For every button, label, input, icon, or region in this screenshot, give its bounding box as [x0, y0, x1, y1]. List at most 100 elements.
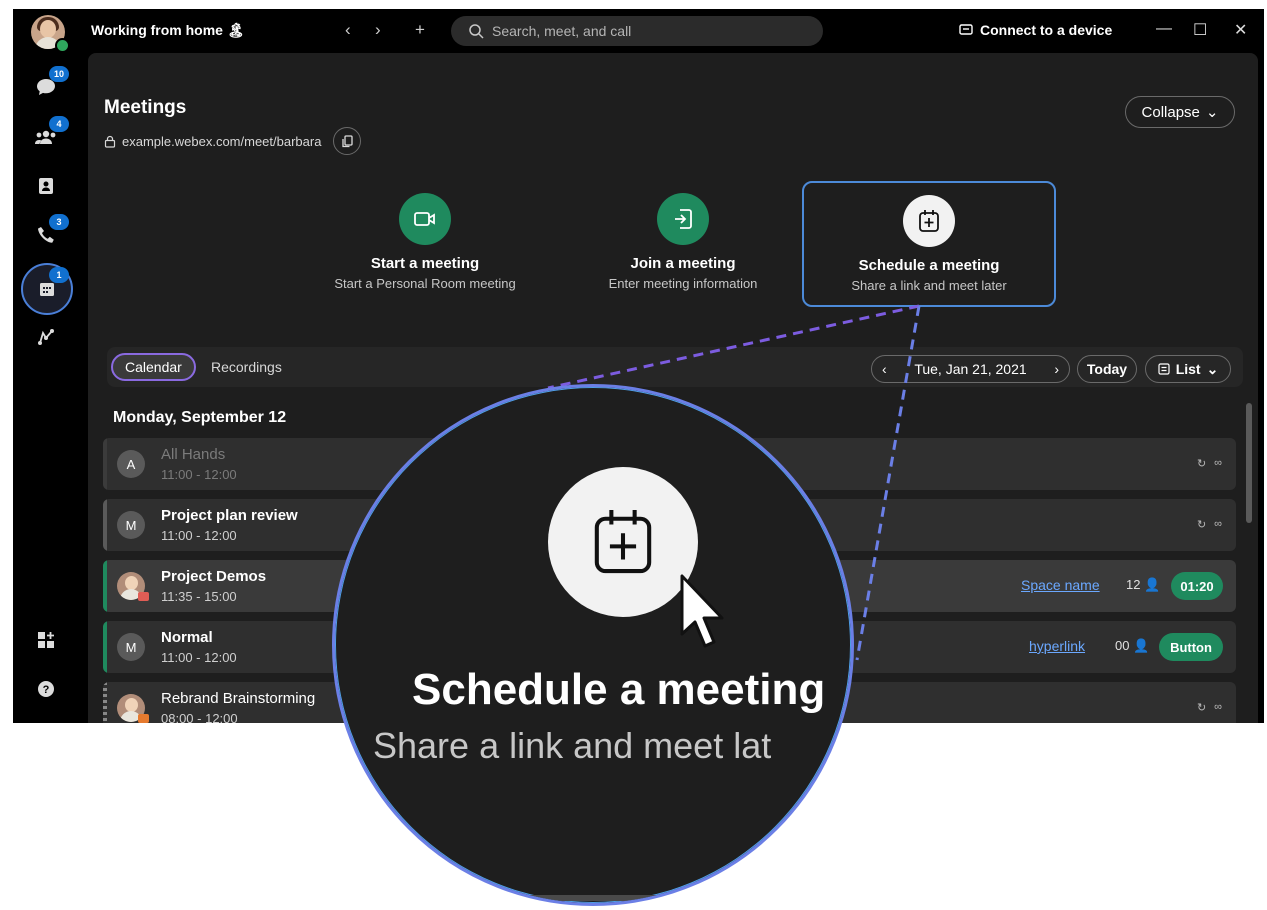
svg-text:?: ? [43, 684, 50, 696]
room-url-text[interactable]: example.webex.com/meet/barbara [122, 134, 321, 149]
lock-icon [104, 135, 116, 148]
video-badge-icon [138, 592, 149, 601]
prev-day-icon[interactable]: ‹ [882, 361, 887, 377]
hyperlink[interactable]: hyperlink [1029, 638, 1085, 654]
date-label: Tue, Jan 21, 2021 [914, 361, 1027, 377]
calendar-plus-icon [903, 195, 955, 247]
link-icon: ∞ [1214, 518, 1222, 530]
space-name-link[interactable]: Space name [1021, 577, 1100, 593]
meeting-time: 11:35 - 15:00 [161, 589, 237, 604]
avatar: A [117, 450, 145, 478]
calendar-toolbar: Calendar Recordings ‹ Tue, Jan 21, 2021 … [107, 347, 1243, 387]
copy-icon [342, 134, 353, 147]
today-button[interactable]: Today [1077, 355, 1137, 383]
calling-badge: 3 [49, 214, 69, 230]
device-icon [959, 24, 973, 35]
close-icon[interactable]: ✕ [1234, 20, 1247, 40]
sidebar-item-calling[interactable]: 3 [31, 214, 69, 250]
meetings-badge: 1 [49, 267, 69, 283]
sidebar-item-messaging[interactable]: 10 [31, 66, 69, 102]
workflow-icon [38, 329, 54, 345]
meeting-name: Project plan review [161, 507, 298, 524]
status-message[interactable]: Working from home 🏝 [91, 22, 245, 39]
teams-badge: 4 [49, 116, 69, 132]
link-icon: ∞ [1214, 457, 1222, 469]
join-meeting-button[interactable]: Join a meeting Enter meeting information [556, 181, 810, 307]
personal-room-url: example.webex.com/meet/barbara [104, 127, 362, 155]
join-meeting-subtitle: Enter meeting information [608, 276, 758, 291]
recurring-icon: ↻ [1196, 702, 1207, 714]
page-title: Meetings [104, 97, 187, 118]
search-placeholder: Search, meet, and call [492, 23, 632, 39]
view-label: List [1175, 361, 1201, 377]
person-icon: 👤 [1144, 577, 1161, 592]
collapse-button[interactable]: Collapse ⌄ [1125, 96, 1235, 128]
back-icon[interactable]: ‹ [345, 20, 351, 40]
title-bar: Working from home 🏝 ‹ › + Search, meet, … [81, 9, 1264, 53]
collapse-label: Collapse [1141, 103, 1200, 121]
forward-icon[interactable]: › [375, 20, 381, 40]
presence-status-dot [55, 38, 70, 53]
sidebar-item-activity[interactable] [31, 322, 61, 352]
person-icon: 👤 [1133, 638, 1150, 653]
sidebar-item-contacts[interactable] [31, 171, 61, 201]
mouse-cursor-icon [680, 574, 724, 648]
date-picker[interactable]: ‹ Tue, Jan 21, 2021 › [871, 355, 1070, 383]
avatar: M [117, 633, 145, 661]
scrollbar[interactable] [1246, 403, 1252, 523]
zoom-subtitle: Share a link and meet lat [373, 725, 772, 766]
copy-link-button[interactable] [333, 127, 362, 155]
video-camera-icon [399, 193, 451, 245]
sidebar-item-teams[interactable]: 4 [31, 116, 69, 152]
plus-icon[interactable]: + [415, 20, 425, 40]
schedule-meeting-subtitle: Share a link and meet later [851, 278, 1007, 293]
chevron-down-icon: ⌄ [1205, 104, 1219, 121]
sidebar-item-apps[interactable] [31, 625, 61, 655]
maximize-icon[interactable]: ☐ [1193, 20, 1207, 40]
link-icon: ∞ [1214, 701, 1222, 713]
zoom-magnifier: Schedule a meeting Share a link and meet… [332, 384, 854, 906]
minimize-icon[interactable]: — [1156, 20, 1172, 38]
connect-device-button[interactable]: Connect to a device [959, 22, 1112, 38]
search-icon [469, 23, 484, 39]
apps-grid-icon [38, 632, 54, 648]
lens-bottom-bar [495, 895, 695, 901]
join-button[interactable]: Button [1159, 633, 1223, 661]
start-meeting-subtitle: Start a Personal Room meeting [334, 276, 516, 291]
calendar-building-icon [40, 283, 54, 296]
participant-count: 00 👤 [1115, 638, 1150, 653]
recurring-icon: ↻ [1196, 458, 1207, 470]
meeting-name: Project Demos [161, 568, 267, 585]
video-badge-icon [138, 714, 149, 723]
contacts-book-icon [39, 178, 53, 194]
list-view-icon [1158, 363, 1170, 375]
day-header: Monday, September 12 [113, 409, 287, 426]
join-door-icon [657, 193, 709, 245]
tab-recordings[interactable]: Recordings [199, 353, 294, 381]
start-meeting-button[interactable]: Start a meeting Start a Personal Room me… [298, 181, 552, 307]
meeting-name: Rebrand Brainstorming [161, 690, 316, 707]
meeting-time: 11:00 - 12:00 [161, 467, 237, 482]
participant-count: 12 👤 [1126, 577, 1161, 592]
view-selector[interactable]: List ⌄ [1145, 355, 1231, 383]
calendar-plus-icon [548, 467, 698, 617]
sidebar-item-help[interactable]: ? [31, 674, 61, 704]
search-input[interactable]: Search, meet, and call [451, 16, 823, 46]
help-icon: ? [38, 681, 54, 697]
next-day-icon[interactable]: › [1054, 361, 1059, 377]
start-meeting-title: Start a meeting [370, 255, 480, 272]
schedule-meeting-title: Schedule a meeting [858, 257, 1000, 274]
avatar: M [117, 511, 145, 539]
messaging-badge: 10 [49, 66, 69, 82]
meeting-time: 11:00 - 12:00 [161, 528, 237, 543]
sidebar-item-meetings[interactable]: 1 [21, 263, 73, 315]
join-meeting-title: Join a meeting [630, 255, 736, 272]
connect-device-label: Connect to a device [980, 22, 1113, 38]
meeting-time: 08:00 - 12:00 [161, 711, 238, 723]
meeting-time: 11:00 - 12:00 [161, 650, 237, 665]
meeting-timer[interactable]: 01:20 [1171, 572, 1223, 600]
zoom-title: Schedule a meeting [412, 665, 826, 714]
chevron-down-icon: ⌄ [1206, 360, 1219, 377]
schedule-meeting-button[interactable]: Schedule a meeting Share a link and meet… [802, 181, 1056, 307]
tab-calendar[interactable]: Calendar [111, 353, 196, 381]
